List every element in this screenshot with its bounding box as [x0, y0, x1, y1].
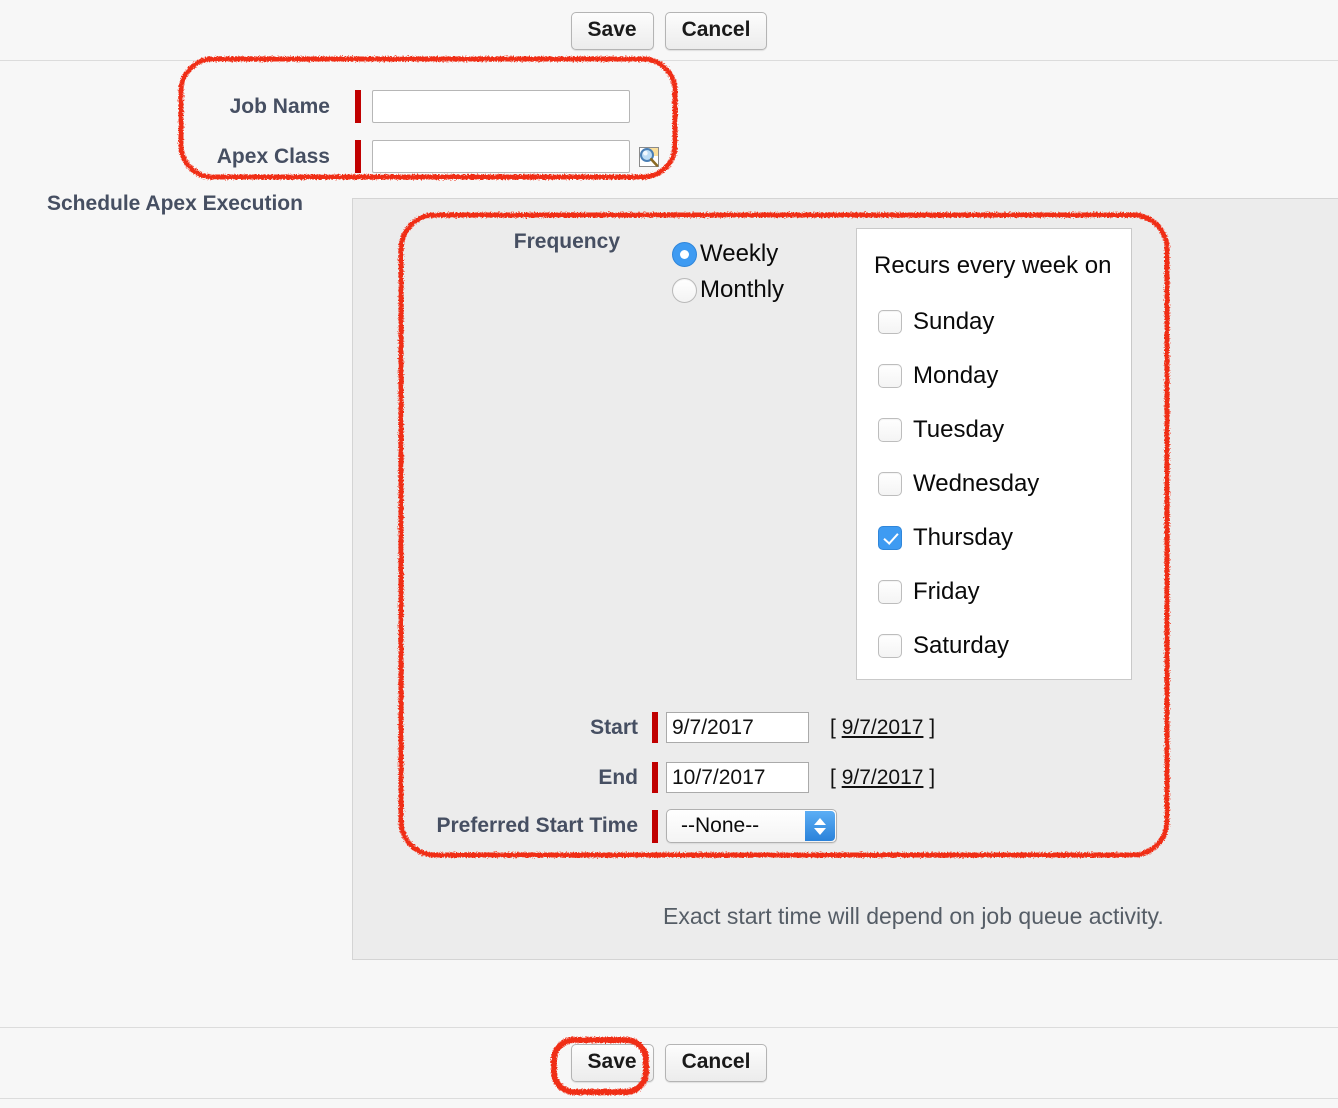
day-checkbox-wednesday[interactable]: Wednesday	[878, 470, 1039, 498]
apex-class-required-marker	[355, 140, 361, 173]
start-date-hint: [ 9/7/2017 ]	[830, 716, 935, 740]
checkbox-thursday[interactable]	[878, 526, 902, 550]
start-date-label: Start	[412, 716, 652, 740]
day-checkbox-saturday[interactable]: Saturday	[878, 632, 1009, 660]
cancel-button-bottom[interactable]: Cancel	[665, 1044, 768, 1082]
footer-bottom-divider	[0, 1098, 1338, 1099]
day-label-monday: Monday	[913, 362, 998, 390]
select-stepper-arrows-icon[interactable]	[805, 811, 835, 841]
checkbox-monday[interactable]	[878, 364, 902, 388]
day-label-saturday: Saturday	[913, 632, 1009, 660]
radio-weekly[interactable]	[672, 242, 697, 267]
job-name-row: Job Name	[150, 90, 630, 123]
recurrence-panel	[856, 228, 1132, 680]
job-name-input[interactable]	[372, 90, 630, 123]
job-queue-note: Exact start time will depend on job queu…	[663, 903, 1164, 930]
chevron-down-icon	[814, 828, 826, 835]
start-date-input[interactable]	[666, 712, 809, 743]
checkbox-tuesday[interactable]	[878, 418, 902, 442]
preferred-start-time-value: --None--	[667, 814, 759, 838]
radio-weekly-label: Weekly	[700, 240, 778, 268]
end-date-label: End	[412, 766, 652, 790]
day-checkbox-monday[interactable]: Monday	[878, 362, 998, 390]
preferred-start-time-row: Preferred Start Time --None--	[412, 809, 837, 843]
end-date-row: End [ 9/7/2017 ]	[412, 762, 935, 793]
frequency-option-weekly[interactable]: Weekly	[672, 240, 778, 268]
job-name-label: Job Name	[150, 95, 330, 119]
end-hint-open: [	[830, 766, 836, 789]
checkbox-friday[interactable]	[878, 580, 902, 604]
day-label-friday: Friday	[913, 578, 980, 606]
end-today-link[interactable]: 9/7/2017	[842, 766, 924, 789]
day-label-wednesday: Wednesday	[913, 470, 1039, 498]
end-date-required-marker	[652, 762, 658, 793]
day-checkbox-sunday[interactable]: Sunday	[878, 308, 994, 336]
frequency-label: Frequency	[360, 230, 620, 254]
start-today-link[interactable]: 9/7/2017	[842, 716, 924, 739]
day-label-tuesday: Tuesday	[913, 416, 1004, 444]
day-label-thursday: Thursday	[913, 524, 1013, 552]
frequency-option-monthly[interactable]: Monthly	[672, 276, 784, 304]
job-name-required-marker	[355, 90, 361, 123]
apex-class-input[interactable]	[372, 140, 630, 173]
day-checkbox-tuesday[interactable]: Tuesday	[878, 416, 1004, 444]
start-date-required-marker	[652, 712, 658, 743]
save-button-bottom[interactable]: Save	[571, 1044, 654, 1082]
top-button-bar: Save Cancel	[0, 12, 1338, 50]
header-divider	[0, 60, 1338, 61]
start-hint-open: [	[830, 716, 836, 739]
day-checkbox-friday[interactable]: Friday	[878, 578, 980, 606]
section-heading-schedule-apex-execution: Schedule Apex Execution	[47, 192, 303, 216]
start-hint-close: ]	[929, 716, 935, 739]
radio-monthly-label: Monthly	[700, 276, 784, 304]
bottom-button-bar: Save Cancel	[0, 1044, 1338, 1082]
preferred-start-time-label: Preferred Start Time	[412, 814, 652, 838]
checkbox-saturday[interactable]	[878, 634, 902, 658]
day-label-sunday: Sunday	[913, 308, 994, 336]
apex-class-label: Apex Class	[150, 145, 330, 169]
schedule-panel	[352, 198, 1338, 960]
footer-top-divider	[0, 1027, 1338, 1028]
preferred-start-time-required-marker	[652, 810, 658, 843]
end-hint-close: ]	[929, 766, 935, 789]
checkbox-wednesday[interactable]	[878, 472, 902, 496]
start-date-row: Start [ 9/7/2017 ]	[412, 712, 935, 743]
cancel-button-top[interactable]: Cancel	[665, 12, 768, 50]
checkbox-sunday[interactable]	[878, 310, 902, 334]
chevron-up-icon	[814, 818, 826, 825]
save-button-top[interactable]: Save	[571, 12, 654, 50]
preferred-start-time-select[interactable]: --None--	[666, 809, 837, 843]
magnifier-lookup-icon[interactable]	[636, 144, 662, 170]
end-date-input[interactable]	[666, 762, 809, 793]
radio-monthly[interactable]	[672, 278, 697, 303]
recurrence-title: Recurs every week on	[874, 252, 1111, 280]
day-checkbox-thursday[interactable]: Thursday	[878, 524, 1013, 552]
apex-class-row: Apex Class	[150, 140, 662, 173]
end-date-hint: [ 9/7/2017 ]	[830, 766, 935, 790]
